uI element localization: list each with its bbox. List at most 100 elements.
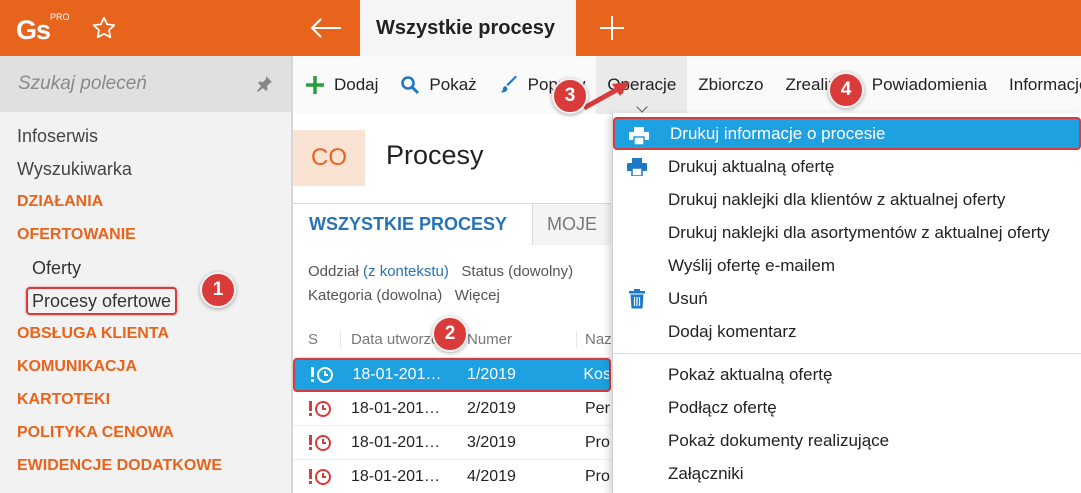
- step-callout-4: 4: [828, 72, 864, 108]
- info-label: Informacje: [1009, 75, 1081, 94]
- date-cell: 18-01-201…: [351, 433, 440, 451]
- date-cell: 18-01-201…: [352, 366, 442, 383]
- menu-item-attachments[interactable]: Załączniki: [613, 457, 1081, 490]
- status-cell: [293, 433, 341, 453]
- logo-text: Gs: [16, 15, 51, 45]
- bulk-button[interactable]: Zbiorczo: [687, 56, 774, 114]
- menu-item-print-product-labels[interactable]: Drukuj naklejki dla asortymentów z aktua…: [613, 216, 1081, 249]
- sidebar-item-procesy-ofertowe[interactable]: Procesy ofertowe: [0, 287, 291, 320]
- sidebar-section-polityka-cenowa[interactable]: POLITYKA CENOWA: [0, 419, 291, 452]
- add-tab-button[interactable]: [576, 0, 648, 56]
- menu-item-label: Drukuj aktualną ofertę: [668, 156, 835, 176]
- pin-icon[interactable]: [255, 75, 273, 93]
- favorites-button[interactable]: [68, 0, 140, 56]
- date-cell: 18-01-201…: [351, 399, 440, 417]
- menu-item-show-current-offer[interactable]: Pokaż aktualną ofertę: [613, 358, 1081, 391]
- filter-kategoria[interactable]: Kategoria (dowolna): [308, 287, 442, 304]
- column-header-number[interactable]: Numer: [459, 331, 577, 348]
- tab-moje[interactable]: MOJE: [533, 203, 611, 245]
- sidebar-section-dzialania[interactable]: DZIAŁANIA: [0, 188, 291, 221]
- brush-icon: [499, 75, 519, 95]
- menu-item-label: Pokaż aktualną ofertę: [668, 364, 833, 384]
- tab-wszystkie-procesy[interactable]: Wszystkie procesy: [360, 0, 576, 56]
- star-icon: [92, 16, 116, 39]
- status-cell: [295, 365, 343, 385]
- column-header-name[interactable]: Nazwa: [577, 331, 611, 348]
- table-row[interactable]: 18-01-201… 2/2019 Per: [293, 392, 611, 426]
- menu-separator: [613, 353, 1081, 354]
- menu-item-label: Usuń: [668, 288, 708, 308]
- sidebar-section-kartoteki[interactable]: KARTOTEKI: [0, 386, 291, 419]
- menu-item-delete[interactable]: Usuń: [613, 282, 1081, 315]
- add-button[interactable]: Dodaj: [293, 56, 389, 114]
- name-cell: Kos: [583, 366, 609, 383]
- menu-item-print-client-labels[interactable]: Drukuj naklejki dla klientów z aktualnej…: [613, 183, 1081, 216]
- callout-arrow: [582, 82, 630, 111]
- sidebar-item-wyszukiwarka[interactable]: Wyszukiwarka: [0, 155, 291, 188]
- number-cell: 1/2019: [466, 366, 516, 383]
- sidebar-section-ewidencje-dodatkowe[interactable]: EWIDENCJE DODATKOWE: [0, 452, 291, 485]
- filter-bar: Oddział (z kontekstu) Status (dowolny) K…: [308, 260, 612, 308]
- menu-item-print-process-info[interactable]: Drukuj informacje o procesie: [613, 117, 1081, 150]
- tab-title: Wszystkie procesy: [376, 16, 555, 39]
- menu-item-label: Drukuj informacje o procesie: [670, 123, 886, 143]
- name-cell: Pro: [585, 467, 610, 485]
- sidebar-section-obsluga-klienta[interactable]: OBSŁUGA KLIENTA: [0, 320, 291, 353]
- menu-item-print-current-offer[interactable]: Drukuj aktualną ofertę: [613, 150, 1081, 183]
- back-button[interactable]: [292, 0, 360, 56]
- menu-item-attach-offer[interactable]: Podłącz ofertę: [613, 391, 1081, 424]
- plus-icon: [305, 75, 325, 95]
- show-button[interactable]: Pokaż: [389, 56, 487, 114]
- title-bar: Gs PRO Wszystkie procesy: [0, 0, 1081, 56]
- printer-icon: [629, 126, 649, 146]
- table-row[interactable]: 18-01-201… 3/2019 Pro: [293, 426, 611, 460]
- overdue-clock-icon: [309, 468, 331, 485]
- filter-status[interactable]: Status (dowolny): [461, 263, 573, 280]
- overdue-clock-icon: [309, 434, 331, 451]
- menu-item-label: Drukuj naklejki dla asortymentów z aktua…: [668, 222, 1050, 242]
- table-row[interactable]: 18-01-201… 4/2019 Pro: [293, 460, 611, 493]
- search-icon: [400, 75, 420, 95]
- filter-more[interactable]: Więcej: [455, 287, 500, 304]
- add-label: Dodaj: [334, 75, 379, 94]
- show-label: Pokaż: [429, 75, 477, 94]
- filter-row-2: Kategoria (dowolna) Więcej: [308, 284, 612, 308]
- name-cell: Pro: [585, 433, 610, 451]
- menu-item-label: Dodaj komentarz: [668, 321, 797, 341]
- notifications-label: Powiadomienia: [871, 75, 988, 94]
- printer-icon: [627, 157, 647, 177]
- tab-wszystkie[interactable]: WSZYSTKIE PROCESY: [293, 203, 533, 245]
- status-cell: [293, 467, 341, 487]
- overdue-clock-icon: [311, 367, 333, 383]
- page-title: Procesy: [386, 140, 484, 170]
- filter-oddzial-label: Oddział: [308, 263, 359, 280]
- menu-item-label: Drukuj naklejki dla klientów z aktualnej…: [668, 189, 1006, 209]
- sidebar-section-komunikacja[interactable]: KOMUNIKACJA: [0, 353, 291, 386]
- table-row[interactable]: 18-01-201… 1/2019 Kos: [293, 358, 611, 392]
- app-logo[interactable]: Gs PRO: [14, 8, 70, 48]
- step-callout-1: 1: [200, 272, 236, 308]
- operations-dropdown: Drukuj informacje o procesie Drukuj aktu…: [612, 113, 1081, 493]
- menu-item-email-offer[interactable]: Wyślij ofertę e-mailem: [613, 249, 1081, 282]
- number-cell: 4/2019: [467, 467, 516, 485]
- step-callout-2: 2: [432, 316, 468, 352]
- sidebar-item-oferty[interactable]: Oferty: [0, 254, 291, 287]
- column-header-s[interactable]: S: [293, 331, 341, 348]
- toolbar: Dodaj Pokaż Popraw Operacje Zbiorczo Zre…: [293, 56, 1081, 114]
- menu-item-add-comment[interactable]: Dodaj komentarz: [613, 315, 1081, 348]
- tab-label: MOJE: [547, 214, 598, 234]
- menu-item-show-fulfilling-documents[interactable]: Pokaż dokumenty realizujące: [613, 424, 1081, 457]
- sidebar-item-infoserwis[interactable]: Infoserwis: [0, 122, 291, 155]
- overdue-clock-icon: [309, 400, 331, 417]
- command-search-input[interactable]: [18, 73, 238, 95]
- sidebar-section-ofertowanie[interactable]: OFERTOWANIE: [0, 221, 291, 254]
- number-cell: 2/2019: [467, 399, 516, 417]
- tab-label: WSZYSTKIE PROCESY: [309, 214, 508, 234]
- notifications-button[interactable]: Powiadomienia: [861, 56, 998, 114]
- filter-oddzial-link[interactable]: (z kontekstu): [363, 263, 449, 280]
- bulk-label: Zbiorczo: [698, 75, 764, 94]
- sidebar-nav: Infoserwis Wyszukiwarka DZIAŁANIA OFERTO…: [0, 122, 291, 485]
- logo-pro-label: PRO: [50, 12, 70, 22]
- name-cell: Per: [585, 399, 610, 417]
- info-button[interactable]: Informacje: [998, 56, 1081, 114]
